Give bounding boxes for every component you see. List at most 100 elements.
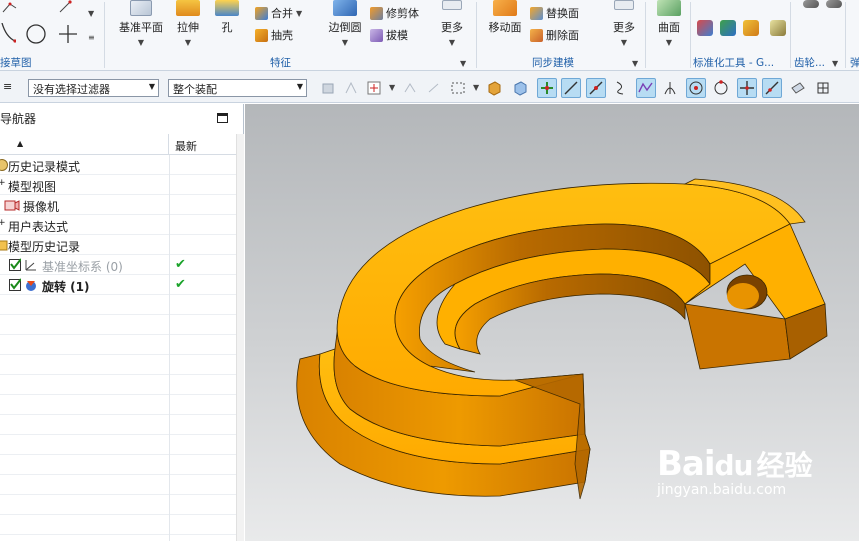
hole-button[interactable]: 孔 [205, 0, 249, 35]
replace-face-icon [530, 6, 543, 20]
group-separator [790, 2, 791, 68]
snap-icon[interactable] [400, 78, 420, 98]
gear-tool-icon[interactable] [803, 0, 819, 8]
ribbon-overflow-icon[interactable]: ≡ [88, 30, 98, 46]
move-face-button[interactable]: 移动面 [484, 0, 526, 35]
polyline-icon[interactable] [2, 0, 18, 16]
visibility-checkbox[interactable] [9, 258, 21, 271]
nav-row-revolve[interactable]: 旋转 (1) ✔ [0, 275, 236, 295]
snap-on-curve-icon[interactable] [762, 78, 782, 98]
snap-intersection-icon[interactable] [660, 78, 680, 98]
feature-select-icon[interactable] [341, 78, 361, 98]
nav-empty-row [0, 535, 236, 541]
nav-row-history-mode[interactable]: 历史记录模式 [0, 155, 236, 175]
nav-row-cameras[interactable]: 摄像机 [0, 195, 236, 215]
graphics-viewport[interactable]: Baidu 经验 jingyan.baidu.com [245, 104, 859, 541]
group-expand-icon[interactable]: ▼ [460, 56, 470, 72]
maximize-icon[interactable] [217, 113, 228, 123]
snap-curve-icon[interactable] [611, 78, 631, 98]
more-feature-button[interactable]: 更多 ▼ [433, 0, 471, 48]
datum-plane-button[interactable]: 基准平面 ▼ [115, 0, 167, 48]
solid-body-icon[interactable] [484, 78, 504, 98]
gc-tool-icon[interactable] [697, 20, 713, 36]
nav-empty-row [0, 335, 236, 355]
nav-empty-row [0, 375, 236, 395]
surface-icon [657, 0, 681, 16]
selection-filter-dropdown[interactable]: 没有选择过滤器 ▼ [28, 79, 159, 97]
watermark-logo-du: du [714, 449, 754, 482]
delete-face-button[interactable]: 删除面 [530, 26, 579, 44]
chevron-down-icon: ▼ [341, 38, 349, 47]
column-header-name[interactable]: ▲ [0, 134, 169, 155]
point-icon[interactable] [58, 0, 74, 16]
general-object-icon[interactable] [318, 78, 338, 98]
snap-endpoint-icon[interactable] [537, 78, 557, 98]
chevron-down-icon[interactable]: ▼ [389, 83, 395, 92]
line-icon[interactable] [58, 24, 78, 44]
navigator-title: 导航器 [0, 112, 37, 126]
watermark-url: jingyan.baidu.com [657, 482, 787, 498]
trim-body-icon [370, 6, 383, 20]
menu-icon[interactable]: ≡ [3, 80, 17, 96]
edge-blend-button[interactable]: 边倒圆 ▼ [322, 0, 368, 48]
navigator-header: ▲ 最新 [0, 134, 236, 155]
replace-face-button[interactable]: 替换面 [530, 4, 579, 22]
more-icon [614, 0, 634, 10]
chevron-down-icon[interactable]: ▼ [473, 83, 479, 92]
unite-button[interactable]: 合并 ▼ [255, 4, 302, 22]
group-expand-icon[interactable]: ▼ [832, 56, 842, 72]
extrude-icon [176, 0, 200, 16]
snap-quadrant-icon[interactable] [711, 78, 731, 98]
baidu-jingyan-watermark: Baidu 经验 jingyan.baidu.com [657, 444, 813, 498]
rectangle-select-icon[interactable] [448, 78, 468, 98]
expand-icon[interactable]: + [0, 178, 6, 192]
snap-control-point-icon[interactable] [636, 78, 656, 98]
draft-button[interactable]: 拔模 [370, 26, 408, 44]
chevron-down-icon: ▼ [665, 38, 673, 47]
column-header-latest[interactable]: 最新 [175, 138, 197, 154]
snap-line-icon[interactable] [561, 78, 581, 98]
expand-icon[interactable]: + [0, 218, 6, 232]
group-label-std: 标准化工具 - G... [693, 57, 775, 69]
datum-plane-icon [130, 0, 152, 16]
snap-midpoint-icon[interactable] [586, 78, 606, 98]
ribbon-expand-icon[interactable]: ▼ [88, 6, 98, 22]
more-sync-button[interactable]: 更多 ▼ [605, 0, 643, 48]
gc-tool-icon[interactable] [743, 20, 759, 36]
nav-empty-row [0, 495, 236, 515]
surface-button[interactable]: 曲面 ▼ [650, 0, 688, 48]
datum-csys-icon [24, 258, 38, 272]
gear-tool-icon[interactable] [826, 0, 842, 8]
shell-button[interactable]: 抽壳 [255, 26, 293, 44]
nav-row-model-history[interactable]: 模型历史记录 [0, 235, 236, 255]
watermark-logo-bai: Bai [657, 444, 716, 484]
group-label-gear: 齿轮... [794, 57, 826, 69]
arc-icon[interactable] [0, 22, 17, 43]
cube-icon[interactable] [510, 78, 530, 98]
nav-row-datum-csys[interactable]: 基准坐标系 (0) ✔ [0, 255, 236, 275]
link-icon[interactable] [424, 78, 444, 98]
visibility-checkbox[interactable] [9, 278, 21, 291]
nav-row-model-views[interactable]: + 模型视图 [0, 175, 236, 195]
group-label-feature: 特征 [270, 57, 291, 69]
extrude-button[interactable]: 拉伸 ▼ [166, 0, 210, 48]
snap-on-face-icon[interactable] [788, 78, 808, 98]
group-expand-icon[interactable]: ▼ [632, 56, 642, 72]
green-checkmark-icon: ✔ [175, 277, 186, 292]
nav-row-user-expressions[interactable]: + 用户表达式 [0, 215, 236, 235]
circle-icon[interactable] [25, 23, 47, 45]
navigator-scrollbar[interactable] [236, 134, 244, 541]
draft-icon [370, 28, 383, 42]
selection-scope-dropdown[interactable]: 整个装配 ▼ [168, 79, 307, 97]
unite-icon [255, 6, 268, 20]
history-folder-icon [0, 238, 8, 252]
gc-tool-icon[interactable] [720, 20, 736, 36]
snap-center-icon[interactable] [686, 78, 706, 98]
snap-grid-icon[interactable] [813, 78, 833, 98]
snap-point-icon[interactable] [737, 78, 757, 98]
select-in-box-icon[interactable] [364, 78, 384, 98]
group-separator [845, 2, 846, 68]
selection-toolbar: ≡ 没有选择过滤器 ▼ 整个装配 ▼ ▼ ▼ [0, 71, 859, 103]
trim-body-button[interactable]: 修剪体 [370, 4, 419, 22]
gc-tool-icon[interactable] [770, 20, 786, 36]
